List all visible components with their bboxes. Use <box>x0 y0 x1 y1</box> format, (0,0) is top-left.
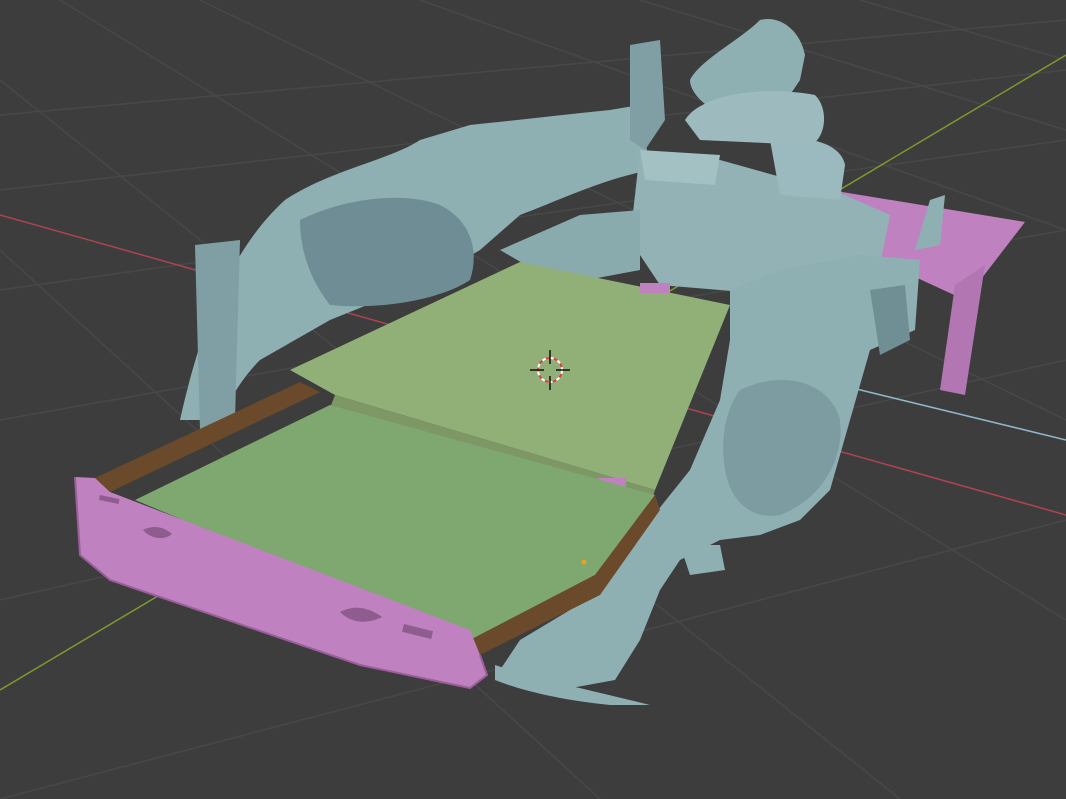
z-axis-line <box>839 384 1066 441</box>
viewport-canvas[interactable] <box>0 0 1066 799</box>
object-origin-dot <box>581 559 587 565</box>
3d-viewport[interactable] <box>0 0 1066 799</box>
